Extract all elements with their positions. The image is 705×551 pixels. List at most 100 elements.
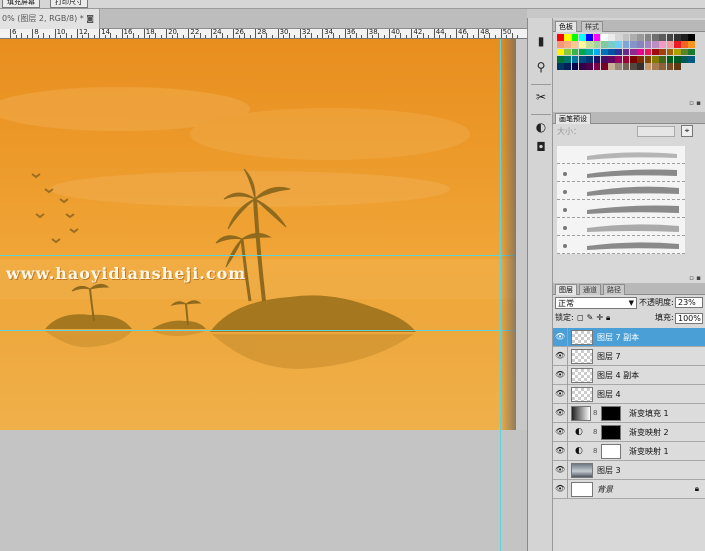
tab-brush-presets[interactable]: 画笔预设 <box>555 113 591 124</box>
color-swatch[interactable] <box>586 41 593 49</box>
histogram-icon[interactable]: ▮ <box>532 32 550 50</box>
color-swatch[interactable] <box>644 55 652 63</box>
layer-row[interactable]: 👁︎ 图层 3 <box>553 461 705 480</box>
color-swatch[interactable] <box>608 34 615 41</box>
layer-row[interactable]: 👁︎ ◐ 8 渐变映射 2 <box>553 423 705 442</box>
color-swatch[interactable] <box>564 48 572 56</box>
color-swatch[interactable] <box>571 41 579 49</box>
color-swatch[interactable] <box>630 55 637 63</box>
color-swatch[interactable] <box>564 63 572 70</box>
color-swatch[interactable] <box>571 55 579 63</box>
color-swatch[interactable] <box>586 63 593 70</box>
visibility-toggle[interactable]: 👁︎ <box>553 423 568 442</box>
color-swatch[interactable] <box>557 48 564 56</box>
document-tab[interactable]: 0% (图层 2, RGB/8) * ◙ <box>0 9 100 29</box>
color-swatch[interactable] <box>637 63 645 70</box>
color-swatch[interactable] <box>651 34 659 41</box>
color-swatch[interactable] <box>615 34 623 41</box>
color-swatch[interactable] <box>615 55 623 63</box>
color-swatch[interactable] <box>593 63 601 70</box>
color-swatch[interactable] <box>651 63 659 70</box>
layer-mask-thumbnail[interactable] <box>601 444 621 459</box>
color-swatch[interactable] <box>593 55 601 63</box>
brush-reset-icon[interactable]: ⌖ <box>681 125 693 137</box>
layer-row[interactable]: 👁︎ 🔒︎ 背景 <box>553 480 705 499</box>
visibility-toggle[interactable]: 👁︎ <box>553 442 568 461</box>
document-canvas[interactable]: www.haoyidiansheji.com <box>0 39 516 430</box>
layer-row[interactable]: 👁︎ 图层 4 副本 <box>553 366 705 385</box>
color-swatch[interactable] <box>673 63 681 70</box>
visibility-toggle[interactable]: 👁︎ <box>553 404 568 423</box>
color-swatch[interactable] <box>666 41 674 49</box>
color-swatch[interactable] <box>644 63 652 70</box>
color-swatch[interactable] <box>615 41 623 49</box>
color-swatch[interactable] <box>681 41 688 49</box>
print-size-button[interactable]: 打印尺寸 <box>50 0 88 8</box>
color-swatch[interactable] <box>659 55 666 63</box>
color-swatch[interactable] <box>630 48 637 56</box>
color-swatch[interactable] <box>651 55 659 63</box>
color-swatch[interactable] <box>557 63 564 70</box>
color-swatch[interactable] <box>644 48 652 56</box>
color-swatch[interactable] <box>571 34 579 41</box>
color-swatch[interactable] <box>600 55 608 63</box>
color-swatch[interactable] <box>651 41 659 49</box>
color-swatch[interactable] <box>600 34 608 41</box>
color-swatch[interactable] <box>578 48 586 56</box>
color-swatch[interactable] <box>651 48 659 56</box>
layer-mask-thumbnail[interactable] <box>601 425 621 440</box>
visibility-toggle[interactable]: 👁︎ <box>553 328 568 347</box>
color-swatch[interactable] <box>571 48 579 56</box>
color-swatch[interactable] <box>578 63 586 70</box>
tab-channels[interactable]: 通道 <box>579 284 601 295</box>
color-swatch[interactable] <box>681 55 688 63</box>
color-swatch[interactable] <box>666 34 674 41</box>
clone-source-icon[interactable]: ◘ <box>532 138 550 156</box>
color-swatch[interactable] <box>659 34 666 41</box>
color-swatch[interactable] <box>578 55 586 63</box>
fill-screen-button[interactable]: 填充屏幕 <box>2 0 40 8</box>
color-swatch[interactable] <box>666 63 674 70</box>
color-swatch[interactable] <box>622 34 630 41</box>
color-swatch[interactable] <box>564 55 572 63</box>
color-swatch[interactable] <box>637 48 645 56</box>
color-swatch[interactable] <box>644 41 652 49</box>
color-swatch[interactable] <box>666 55 674 63</box>
color-swatch[interactable] <box>615 63 623 70</box>
lock-icons[interactable]: ◻✎✛🔒︎ <box>577 313 613 323</box>
tab-layers[interactable]: 图层 <box>555 284 577 295</box>
color-swatch[interactable] <box>630 63 637 70</box>
layer-row[interactable]: 👁︎ 图层 7 副本 <box>553 328 705 347</box>
layer-row[interactable]: 👁︎ 8 渐变填充 1 <box>553 404 705 423</box>
color-swatch[interactable] <box>600 63 608 70</box>
color-swatch[interactable] <box>593 48 601 56</box>
tab-swatches[interactable]: 色板 <box>555 21 577 32</box>
brush-panel-buttons[interactable]: ▫ ▪ <box>677 274 701 282</box>
link-chain-icon[interactable]: 8 <box>593 428 597 436</box>
color-swatch[interactable] <box>586 34 593 41</box>
swatch-panel-buttons[interactable]: ▫ ▪ <box>677 99 701 107</box>
color-swatch[interactable] <box>600 48 608 56</box>
color-swatch[interactable] <box>688 55 696 63</box>
tab-styles[interactable]: 样式 <box>581 21 603 32</box>
color-swatch[interactable] <box>586 48 593 56</box>
tool-presets-icon[interactable]: ✂ <box>532 88 550 106</box>
color-swatch[interactable] <box>564 41 572 49</box>
color-swatch[interactable] <box>586 55 593 63</box>
color-swatch[interactable] <box>578 34 586 41</box>
layer-row[interactable]: 👁︎ 图层 7 <box>553 347 705 366</box>
color-swatch[interactable] <box>688 48 696 56</box>
brushes-icon[interactable]: ◐ <box>532 118 550 136</box>
visibility-toggle[interactable]: 👁︎ <box>553 480 568 499</box>
color-swatch[interactable] <box>673 55 681 63</box>
visibility-toggle[interactable]: 👁︎ <box>553 347 568 366</box>
color-swatch[interactable] <box>600 41 608 49</box>
color-swatch[interactable] <box>593 34 601 41</box>
brush-size-field[interactable] <box>637 126 675 137</box>
color-swatch[interactable] <box>557 55 564 63</box>
color-swatch[interactable] <box>673 41 681 49</box>
color-swatch[interactable] <box>630 34 637 41</box>
color-swatch[interactable] <box>622 55 630 63</box>
color-swatch[interactable] <box>659 41 666 49</box>
horizontal-guide[interactable] <box>0 255 516 256</box>
